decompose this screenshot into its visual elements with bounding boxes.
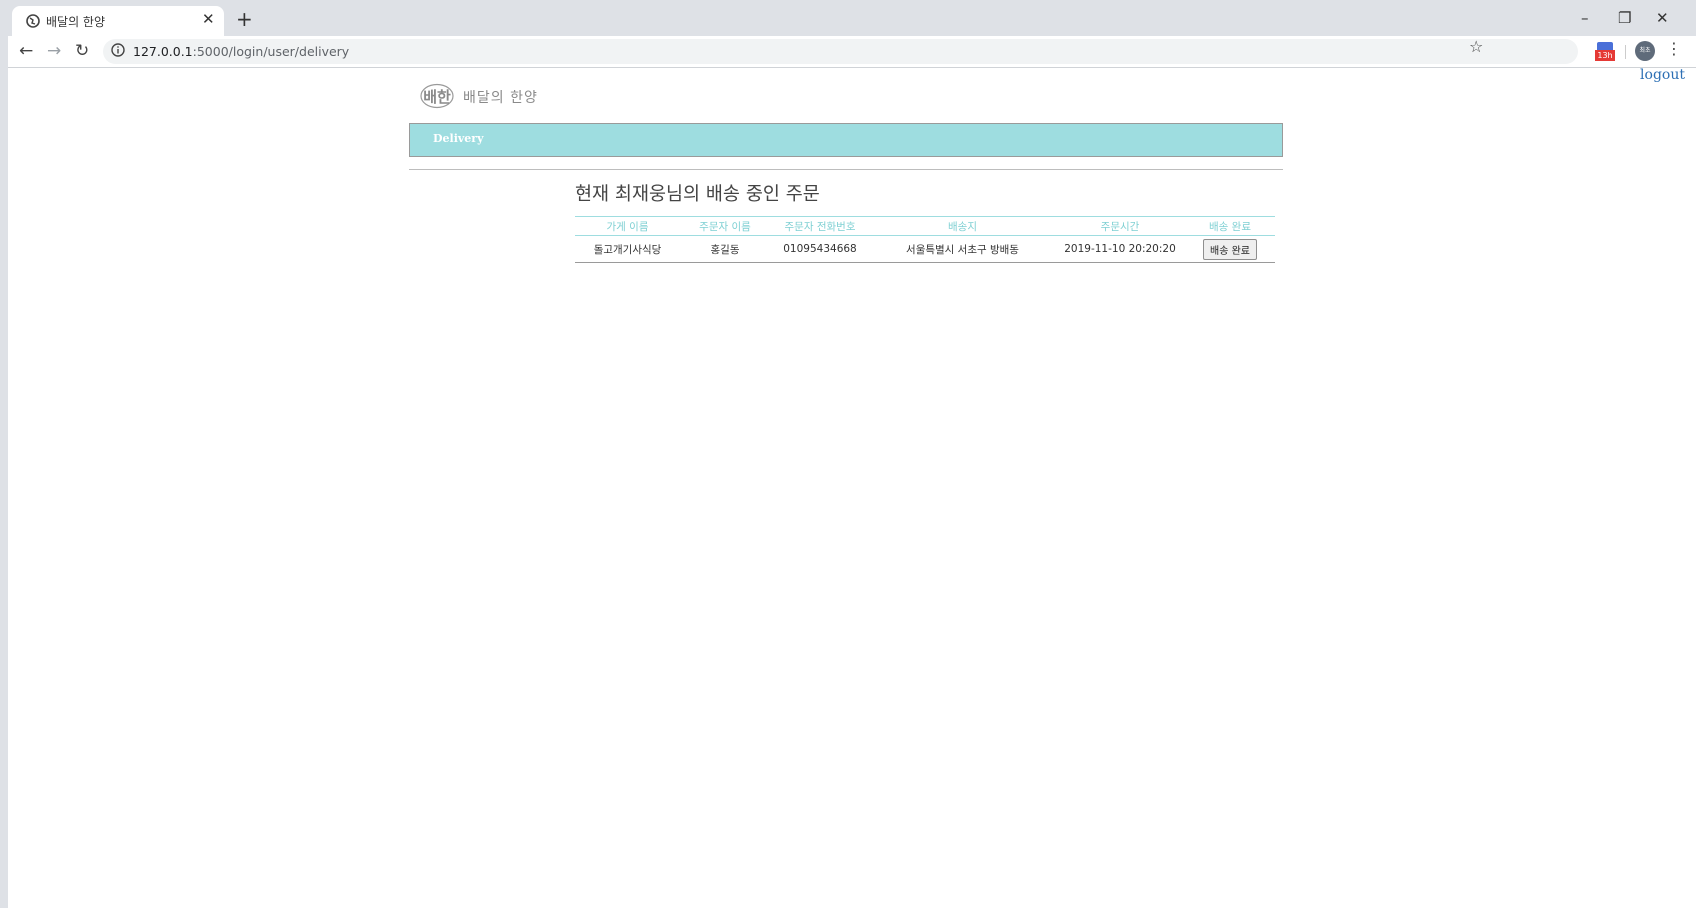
url-text: 127.0.0.1:5000/login/user/delivery	[133, 44, 349, 59]
tab-close-icon[interactable]: ✕	[202, 10, 215, 28]
site-logo[interactable]: 배한 배달의 한양	[417, 82, 567, 112]
cell-complete: 배송 완료	[1185, 235, 1275, 263]
logo-name: 배달의 한양	[463, 90, 538, 106]
col-header-complete: 배송 완료	[1185, 216, 1275, 236]
delivery-complete-button[interactable]: 배송 완료	[1203, 238, 1257, 260]
url-path: :5000/login/user/delivery	[192, 44, 350, 59]
restore-icon[interactable]: ❐	[1618, 6, 1631, 30]
menu-kebab-icon[interactable]: ⋮	[1666, 39, 1682, 58]
tab-bar: 배달의 한양 ✕ + – ❐ ✕	[0, 0, 1696, 36]
bookmark-star-icon[interactable]: ☆	[1469, 37, 1483, 56]
forward-icon[interactable]: →	[47, 40, 61, 62]
cell-phone: 01095434668	[770, 235, 870, 263]
nav-delivery-link[interactable]: Delivery	[433, 132, 483, 145]
minimize-icon[interactable]: –	[1581, 6, 1589, 30]
cell-address: 서울특별시 서초구 방배동	[870, 235, 1055, 263]
url-host: 127.0.0.1	[133, 44, 193, 59]
delivery-table-container: 가게 이름 주문자 이름 주문자 전화번호 배송지 주문시간 배송 완료 돌고개…	[575, 216, 1275, 263]
cell-store-name: 돌고개기사식당	[575, 235, 680, 263]
table-header-row: 가게 이름 주문자 이름 주문자 전화번호 배송지 주문시간 배송 완료	[575, 216, 1275, 236]
toolbar-divider	[1625, 45, 1626, 59]
profile-avatar[interactable]: 최초	[1635, 41, 1655, 61]
col-header-phone: 주문자 전화번호	[770, 216, 870, 236]
address-bar[interactable]: 127.0.0.1:5000/login/user/delivery	[103, 39, 1578, 64]
browser-toolbar: ← → ↻ 127.0.0.1:5000/login/user/delivery…	[8, 36, 1696, 68]
col-header-orderer: 주문자 이름	[680, 216, 770, 236]
calendar-extension-icon[interactable]: 13h	[1595, 42, 1615, 61]
tab-title: 배달의 한양	[46, 15, 106, 29]
main-navbar: Delivery	[409, 123, 1283, 157]
new-tab-icon[interactable]: +	[236, 6, 253, 32]
table-row: 돌고개기사식당 홍길동 01095434668 서울특별시 서초구 방배동 20…	[575, 235, 1275, 263]
browser-tab[interactable]: 배달의 한양 ✕	[12, 6, 224, 36]
info-icon[interactable]	[111, 43, 125, 57]
back-icon[interactable]: ←	[19, 40, 33, 62]
delivery-table: 가게 이름 주문자 이름 주문자 전화번호 배송지 주문시간 배송 완료 돌고개…	[575, 216, 1275, 263]
window-left-border	[0, 0, 8, 908]
col-header-store: 가게 이름	[575, 216, 680, 236]
col-header-order-time: 주문시간	[1055, 216, 1185, 236]
divider	[409, 169, 1283, 170]
logo-mark-text: 배한	[423, 88, 451, 106]
col-header-address: 배송지	[870, 216, 1055, 236]
page-title: 현재 최재웅님의 배송 중인 주문	[575, 184, 820, 205]
cell-order-time: 2019-11-10 20:20:20	[1055, 235, 1185, 263]
close-window-icon[interactable]: ✕	[1656, 6, 1669, 30]
extension-badge: 13h	[1595, 50, 1615, 61]
reload-icon[interactable]: ↻	[75, 40, 89, 62]
cell-orderer-name: 홍길동	[680, 235, 770, 263]
globe-icon	[26, 14, 40, 28]
logout-link[interactable]: logout	[1640, 67, 1685, 83]
